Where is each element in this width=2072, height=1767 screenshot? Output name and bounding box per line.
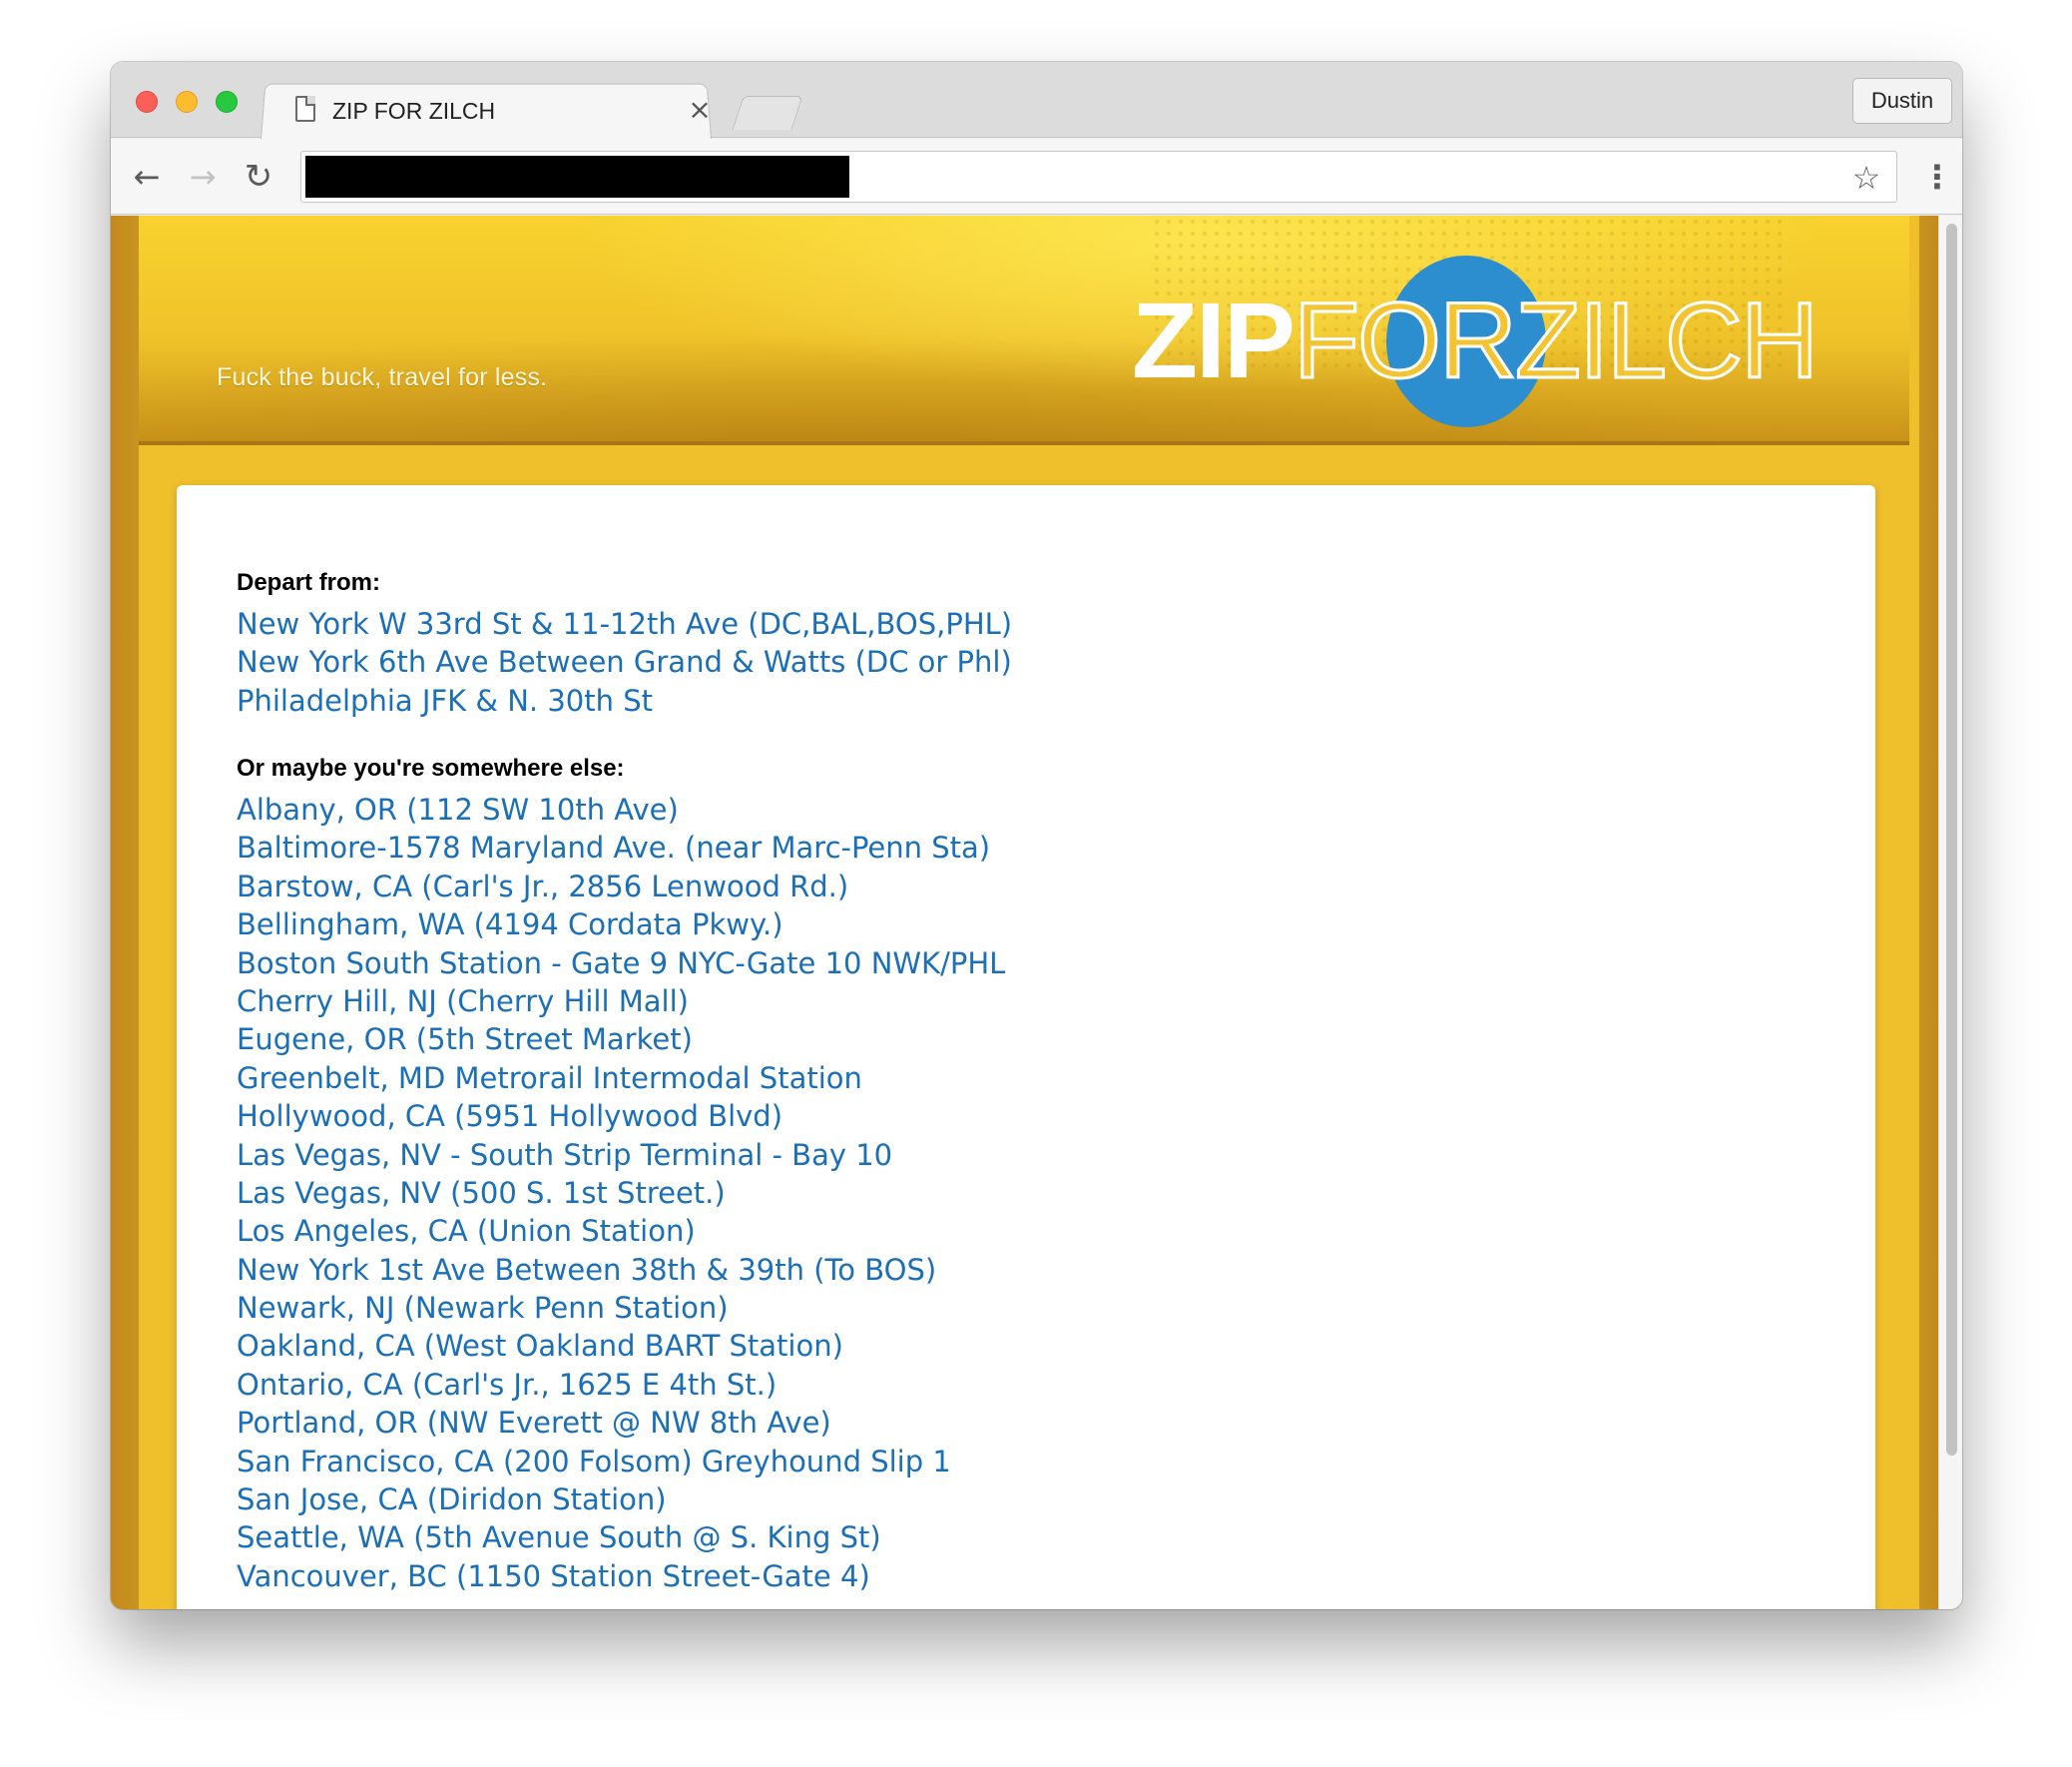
close-window-button[interactable] <box>136 91 158 113</box>
list-item: Boston South Station - Gate 9 NYC-Gate 1… <box>237 944 1005 982</box>
other-label: Or maybe you're somewhere else: <box>237 755 625 782</box>
profile-button[interactable]: Dustin <box>1852 78 1952 124</box>
list-item: Ontario, CA (Carl's Jr., 1625 E 4th St.) <box>237 1366 1005 1404</box>
stop-link[interactable]: Eugene, OR (5th Street Market) <box>237 1022 693 1056</box>
list-item: Barstow, CA (Carl's Jr., 2856 Lenwood Rd… <box>237 868 1005 905</box>
depart-label: Depart from: <box>237 569 381 596</box>
stop-link[interactable]: Bellingham, WA (4194 Cordata Pkwy.) <box>237 907 783 941</box>
list-item: Philadelphia JFK & N. 30th St <box>237 682 1012 720</box>
stop-link[interactable]: Philadelphia JFK & N. 30th St <box>237 684 653 718</box>
address-bar[interactable]: ☆ <box>300 151 1897 203</box>
stop-link[interactable]: Portland, OR (NW Everett @ NW 8th Ave) <box>237 1406 831 1440</box>
tab-strip: ZIP FOR ZILCH × Dustin <box>111 62 1962 139</box>
list-item: Albany, OR (112 SW 10th Ave) <box>237 791 1005 829</box>
site-banner: Fuck the buck, travel for less. ZIPFORZI… <box>139 216 1909 445</box>
other-stops-list: Albany, OR (112 SW 10th Ave) Baltimore-15… <box>237 791 1005 1595</box>
stop-link[interactable]: Las Vegas, NV (500 S. 1st Street.) <box>237 1176 726 1210</box>
stop-link[interactable]: Albany, OR (112 SW 10th Ave) <box>237 793 679 827</box>
logo-forzilch-text: FORZILCH <box>1293 280 1820 400</box>
menu-dots-icon[interactable]: ⋮ <box>1921 157 1953 197</box>
list-item: Greenbelt, MD Metrorail Intermodal Stati… <box>237 1059 1005 1097</box>
list-item: Newark, NJ (Newark Penn Station) <box>237 1289 1005 1327</box>
bookmark-star-icon[interactable]: ☆ <box>1846 158 1886 198</box>
stop-link[interactable]: Cherry Hill, NJ (Cherry Hill Mall) <box>237 984 689 1018</box>
stop-link[interactable]: Barstow, CA (Carl's Jr., 2856 Lenwood Rd… <box>237 870 848 903</box>
list-item: Las Vegas, NV - South Strip Terminal - B… <box>237 1136 1005 1174</box>
list-item: Cherry Hill, NJ (Cherry Hill Mall) <box>237 982 1005 1020</box>
toolbar: ← → ↻ ☆ ⋮ <box>111 139 1962 215</box>
stop-link[interactable]: San Jose, CA (Diridon Station) <box>237 1482 667 1516</box>
new-tab-button[interactable] <box>732 96 803 130</box>
list-item: Eugene, OR (5th Street Market) <box>237 1020 1005 1058</box>
list-item: Portland, OR (NW Everett @ NW 8th Ave) <box>237 1404 1005 1442</box>
list-item: San Francisco, CA (200 Folsom) Greyhound… <box>237 1443 1005 1480</box>
list-item: Las Vegas, NV (500 S. 1st Street.) <box>237 1174 1005 1212</box>
list-item: New York W 33rd St & 11-12th Ave (DC,BAL… <box>237 605 1012 643</box>
stop-link[interactable]: New York W 33rd St & 11-12th Ave (DC,BAL… <box>237 607 1012 641</box>
list-item: Bellingham, WA (4194 Cordata Pkwy.) <box>237 905 1005 943</box>
redacted-url <box>305 156 849 198</box>
list-item: New York 6th Ave Between Grand & Watts (… <box>237 643 1012 681</box>
stop-link[interactable]: Las Vegas, NV - South Strip Terminal - B… <box>237 1138 892 1172</box>
forward-arrow-icon[interactable]: → <box>183 157 223 197</box>
page-viewport: Fuck the buck, travel for less. ZIPFORZI… <box>111 216 1962 1609</box>
stop-link[interactable]: Boston South Station - Gate 9 NYC-Gate 1… <box>237 946 1005 980</box>
tab-title[interactable]: ZIP FOR ZILCH <box>332 96 495 126</box>
stop-link[interactable]: Hollywood, CA (5951 Hollywood Blvd) <box>237 1099 782 1133</box>
content-card: Depart from: New York W 33rd St & 11-12t… <box>177 485 1875 1609</box>
list-item: New York 1st Ave Between 38th & 39th (To… <box>237 1251 1005 1289</box>
stop-link[interactable]: New York 1st Ave Between 38th & 39th (To… <box>237 1253 936 1287</box>
stop-link[interactable]: New York 6th Ave Between Grand & Watts (… <box>237 645 1012 679</box>
back-arrow-icon[interactable]: ← <box>127 157 167 197</box>
stop-link[interactable]: Newark, NJ (Newark Penn Station) <box>237 1291 729 1325</box>
list-item: Hollywood, CA (5951 Hollywood Blvd) <box>237 1097 1005 1135</box>
scrollbar[interactable] <box>1938 216 1962 1609</box>
page-icon <box>295 96 315 122</box>
logo-zip-text: ZIP <box>1132 280 1295 400</box>
tab-close-icon[interactable]: × <box>685 95 715 125</box>
primary-stops-list: New York W 33rd St & 11-12th Ave (DC,BAL… <box>237 605 1012 720</box>
stop-link[interactable]: Oakland, CA (West Oakland BART Station) <box>237 1329 843 1363</box>
browser-window: ZIP FOR ZILCH × Dustin ← → ↻ ☆ ⋮ Fuck th… <box>111 62 1962 1609</box>
list-item: Vancouver, BC (1150 Station Street-Gate … <box>237 1557 1005 1595</box>
list-item: San Jose, CA (Diridon Station) <box>237 1480 1005 1518</box>
minimize-window-button[interactable] <box>176 91 198 113</box>
list-item: Seattle, WA (5th Avenue South @ S. King … <box>237 1518 1005 1556</box>
zoom-window-button[interactable] <box>216 91 238 113</box>
list-item: Los Angeles, CA (Union Station) <box>237 1212 1005 1250</box>
stop-link[interactable]: Baltimore-1578 Maryland Ave. (near Marc-… <box>237 831 990 865</box>
tagline: Fuck the buck, travel for less. <box>217 363 548 391</box>
stop-link[interactable]: Greenbelt, MD Metrorail Intermodal Stati… <box>237 1061 862 1095</box>
stop-link[interactable]: Vancouver, BC (1150 Station Street-Gate … <box>237 1559 870 1593</box>
list-item: Oakland, CA (West Oakland BART Station) <box>237 1327 1005 1365</box>
scrollbar-thumb[interactable] <box>1946 224 1957 1456</box>
stop-link[interactable]: Seattle, WA (5th Avenue South @ S. King … <box>237 1520 881 1554</box>
site-logo[interactable]: ZIPFORZILCH <box>1132 284 1820 396</box>
stop-link[interactable]: Los Angeles, CA (Union Station) <box>237 1214 696 1248</box>
reload-icon[interactable]: ↻ <box>239 157 278 197</box>
stop-link[interactable]: Ontario, CA (Carl's Jr., 1625 E 4th St.) <box>237 1368 777 1402</box>
list-item: Baltimore-1578 Maryland Ave. (near Marc-… <box>237 829 1005 867</box>
stop-link[interactable]: San Francisco, CA (200 Folsom) Greyhound… <box>237 1445 951 1478</box>
